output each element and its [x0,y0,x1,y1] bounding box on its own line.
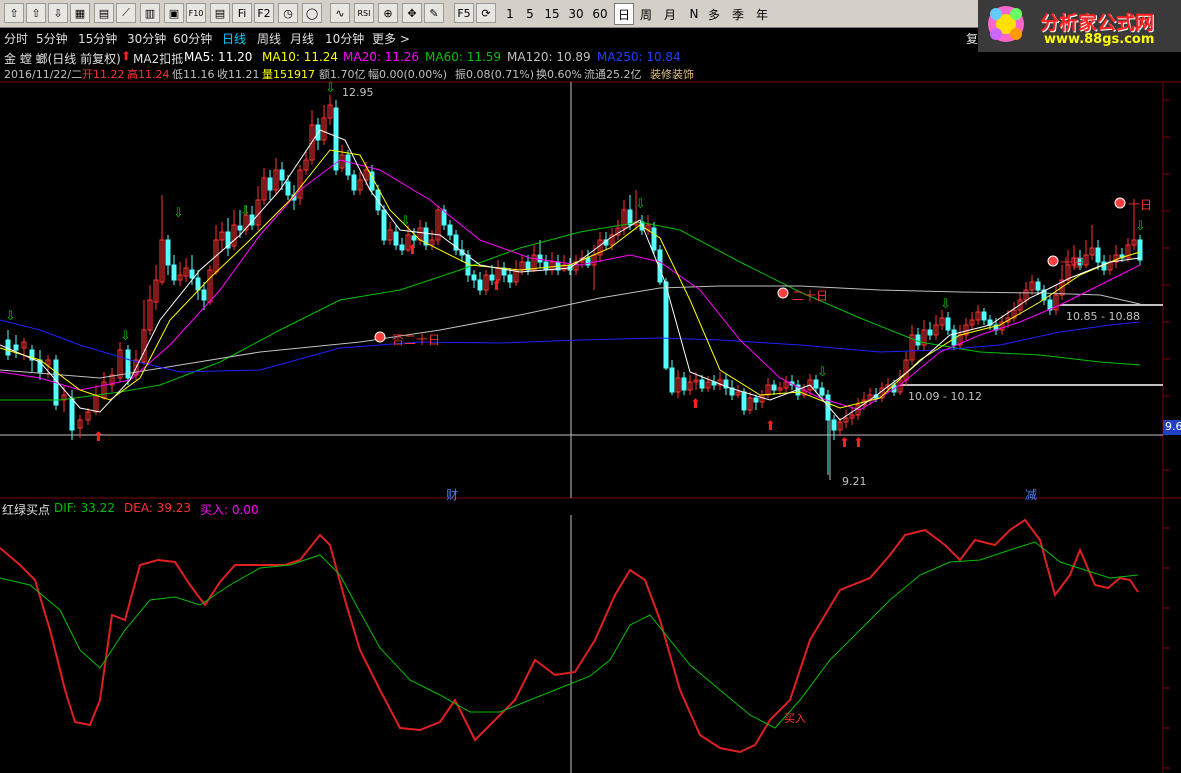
finance-marker[interactable]: 财 [446,486,458,503]
ma20-line [0,159,1141,411]
price-tag: 9.6 [1163,420,1181,435]
candle-body-157 [981,311,987,321]
dif-line [0,541,1139,729]
candle-body-146 [915,334,921,346]
ma60-line [0,221,1141,401]
note-dot-2 [1047,255,1059,267]
candle-body-166 [1035,281,1041,291]
up-signal-icon-4: ⬆ [765,419,776,434]
down-signal-icon-7: ⇩ [817,365,828,380]
candle-body-132 [831,419,837,431]
candle-body-59 [393,231,399,246]
up-signal-icon-6: ⬆ [853,436,864,451]
note-3: 十日 [1060,256,1085,270]
buy-marker: 买入 [784,712,806,725]
up-signal-icon-5: ⬆ [839,436,850,451]
candle-body-117 [741,391,747,411]
candle-body-51 [345,154,351,176]
candle-body-57 [381,209,387,241]
down-signal-icon-3: ⇩ [240,204,251,219]
candle-body-176 [1095,247,1101,263]
candle-body-52 [351,174,357,191]
candle-body-151 [945,317,951,331]
candle-body-33 [237,225,243,231]
down-signal-icon-6: ⇩ [635,197,646,212]
candle-body-122 [771,384,777,391]
down-signal-icon-8: ⇩ [940,297,951,312]
candle-body-129 [813,379,819,389]
buy-label: 买入: 0.00 [200,503,259,517]
high-price-label: 12.95 [342,86,374,99]
candle-body-104 [663,281,669,369]
candle-body-107 [681,377,687,391]
note-4: 十日 [1128,198,1153,212]
ma120-line [0,285,1141,379]
candle-body-119 [753,397,759,403]
down-signal-icon-4: ⇩ [325,81,336,96]
range-label-2: 10.85 - 10.88 [1066,310,1140,323]
up-signal-icon-2: ⬆ [491,279,502,294]
down-signal-icon-2: ⇩ [173,206,184,221]
up-signal-icon-0: ⬆ [93,430,104,445]
down-signal-icon-5: ⇩ [400,214,411,229]
candle-body-98 [627,209,633,226]
candle-body-78 [507,274,513,283]
dea-line [0,518,1139,754]
candle-body-177 [1101,261,1107,271]
candle-body-84 [543,261,549,271]
candle-body-1 [13,344,19,351]
candle-body-22 [171,264,177,281]
chart-canvas[interactable]: ⇩⇩⇩ ⇩⇩⇩⇩⇩⇩⇩⬆⬆⬆⬆⬆⬆ ⬆ [0,0,1181,773]
candle-body-83 [537,254,543,263]
candle-body-21 [165,239,171,266]
note-dot-0 [374,331,386,343]
ma250-line [0,319,1141,373]
candle-body-27 [201,289,207,301]
candle-body-26 [195,277,201,291]
candle-body-183 [1137,239,1143,261]
ma10-line [0,149,1141,409]
candle-body-72 [471,274,477,281]
dea-label: DEA: 39.23 [124,501,192,515]
low-price-label: 9.21 [842,475,867,488]
candle-body-73 [477,279,483,291]
candle-body-60 [399,244,405,251]
candle-body-38 [267,177,273,191]
down-signal-icon-0: ⇩ [5,309,16,324]
note-dot-3 [1114,197,1126,209]
reduce-marker[interactable]: 减 [1025,486,1037,503]
down-signal-icon-1: ⇩ [120,329,131,344]
range-label-1: 10.09 - 10.12 [908,390,982,403]
candle-body-105 [669,367,675,393]
note-2: 二十日 [792,289,829,303]
candle-body-25 [189,269,195,279]
candle-body-102 [651,227,657,251]
stock-chart-window: { "toolbar":{ "icons":[ {"name":"back-ar… [0,0,1181,773]
candle-body-110 [699,379,705,389]
candle-body-49 [333,107,339,171]
candle-body-68 [447,224,453,236]
indicator-name: 红绿买点 [2,503,51,517]
note-1: 否二十日 [392,333,441,347]
up-signal-icon-3: ⬆ [690,397,701,412]
note-dot-1 [777,287,789,299]
candle-body-41 [285,181,291,196]
candle-body-130 [819,387,825,396]
candle-body-40 [279,169,285,181]
candle-body-8 [69,397,75,431]
up-signal-icon-1: ⬆ [407,243,418,258]
dif-label: DIF: 33.22 [54,501,115,515]
candle-body-62 [411,235,417,241]
down-signal-icon-9: ⇩ [1135,219,1146,234]
candle-body-148 [927,329,933,336]
